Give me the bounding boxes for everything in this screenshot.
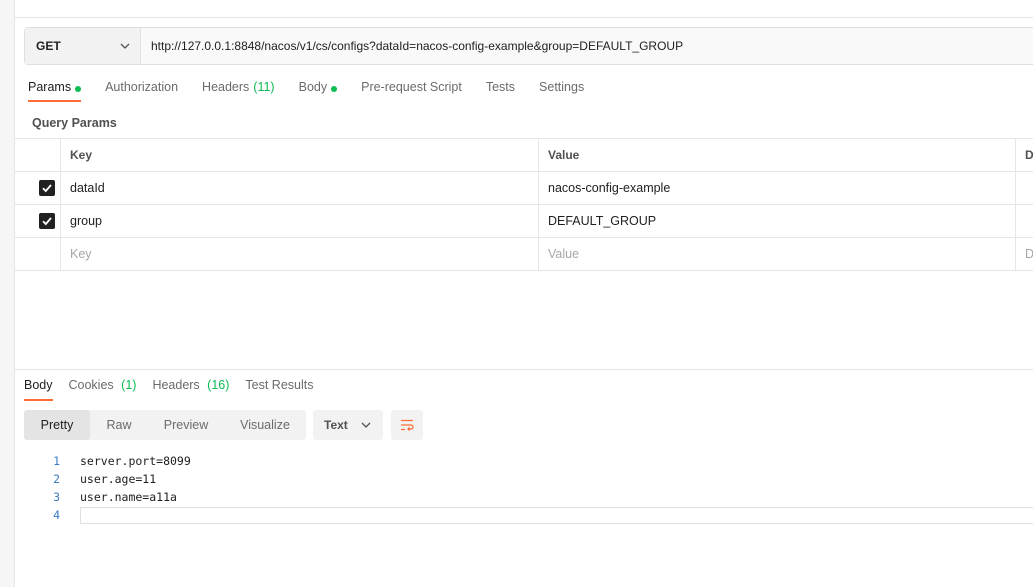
preview-button[interactable]: Preview [148,410,224,440]
row-checkbox[interactable] [38,213,55,229]
format-label: Text [324,418,348,432]
code-line: 1 server.port=8099 [24,452,1033,470]
checkmark-icon [41,184,52,193]
left-sidebar-edge [0,0,15,587]
tab-pre-request-script[interactable]: Pre-request Script [361,80,462,102]
header-check-cell [15,139,61,171]
chevron-down-icon [361,422,371,428]
tab-params[interactable]: Params [28,80,82,102]
line-number: 4 [53,508,60,522]
tab-body[interactable]: Body [299,80,338,102]
wrap-lines-button[interactable] [391,410,423,440]
pane-divider[interactable] [15,369,1033,370]
raw-button[interactable]: Raw [90,410,148,440]
wrap-lines-icon [401,419,414,431]
format-select[interactable]: Text [313,410,383,440]
param-value-field[interactable]: nacos-config-example [539,172,1016,204]
pretty-button[interactable]: Pretty [24,410,90,440]
code-line: 3 user.name=a11a [24,488,1033,506]
tab-tests[interactable]: Tests [486,80,515,102]
line-number: 2 [53,472,60,486]
tab-label: Pre-request Script [361,80,462,94]
visualize-button[interactable]: Visualize [224,410,306,440]
new-description-input[interactable]: D [1016,238,1033,270]
tab-count: (11) [253,80,275,94]
params-table: Key Value D dataId nacos-config-example … [15,138,1033,271]
tab-cookies[interactable]: Cookies (1) [69,378,137,401]
param-key-field[interactable]: dataId [61,172,539,204]
chevron-down-icon [120,43,130,49]
param-value-field[interactable]: DEFAULT_GROUP [539,205,1016,237]
table-row: group DEFAULT_GROUP [15,205,1033,238]
param-description-field[interactable] [1016,205,1033,237]
tab-response-body[interactable]: Body [24,378,53,401]
status-dot-icon [331,86,338,92]
tab-label: Settings [539,80,585,94]
tab-label: Tests [485,80,516,94]
code-line: 2 user.age=11 [24,470,1033,488]
line-text: user.name=a11a [80,490,177,504]
status-dot-icon [75,86,82,92]
table-row: dataId nacos-config-example [15,172,1033,205]
table-header-row: Key Value D [15,139,1033,172]
row-checkbox-cell [15,172,61,204]
top-tab-strip [15,0,1033,18]
new-value-input[interactable]: Value [539,238,1016,270]
method-label: GET [36,39,61,53]
param-key-field[interactable]: group [61,205,539,237]
tab-label: Body [298,80,328,94]
code-line-current: 4 [24,506,1033,524]
view-mode-group: Pretty Raw Preview Visualize [24,410,306,440]
tab-label: Headers [152,378,200,392]
row-checkbox-cell [15,238,61,270]
tab-label: Test Results [245,378,314,392]
param-description-field[interactable] [1016,172,1033,204]
table-row-new: Key Value D [15,238,1033,271]
tab-headers[interactable]: Headers (11) [202,80,275,102]
header-key: Key [61,139,539,171]
line-text: server.port=8099 [80,454,191,468]
line-text [80,506,1033,524]
tab-label: Cookies [68,378,114,392]
query-params-title: Query Params [32,116,117,130]
row-checkbox[interactable] [38,180,55,196]
tab-label: Body [24,378,53,392]
tab-authorization[interactable]: Authorization [105,80,178,102]
tab-settings[interactable]: Settings [539,80,584,102]
checkmark-icon [41,217,52,226]
tab-response-headers[interactable]: Headers (16) [152,378,229,401]
tab-label: Authorization [105,80,179,94]
request-tabs: Params Authorization Headers (11) Body P… [28,80,608,104]
tab-test-results[interactable]: Test Results [245,378,313,401]
tab-label: Headers [202,80,250,94]
response-body-editor[interactable]: 1 server.port=8099 2 user.age=11 3 user.… [24,452,1033,524]
url-input[interactable]: http://127.0.0.1:8848/nacos/v1/cs/config… [141,28,1033,64]
new-key-input[interactable]: Key [61,238,539,270]
request-bar: GET http://127.0.0.1:8848/nacos/v1/cs/co… [24,27,1033,65]
tab-count: (1) [121,378,137,392]
tab-count: (16) [207,378,230,392]
line-number: 3 [53,490,60,504]
tab-label: Params [28,80,72,94]
method-select[interactable]: GET [25,28,141,64]
header-description: D [1025,148,1033,162]
response-tabs: Body Cookies (1) Headers (16) Test Resul… [24,378,330,402]
header-value: Value [539,139,1016,171]
row-checkbox-cell [15,205,61,237]
line-number: 1 [53,454,60,468]
line-text: user.age=11 [80,472,157,486]
